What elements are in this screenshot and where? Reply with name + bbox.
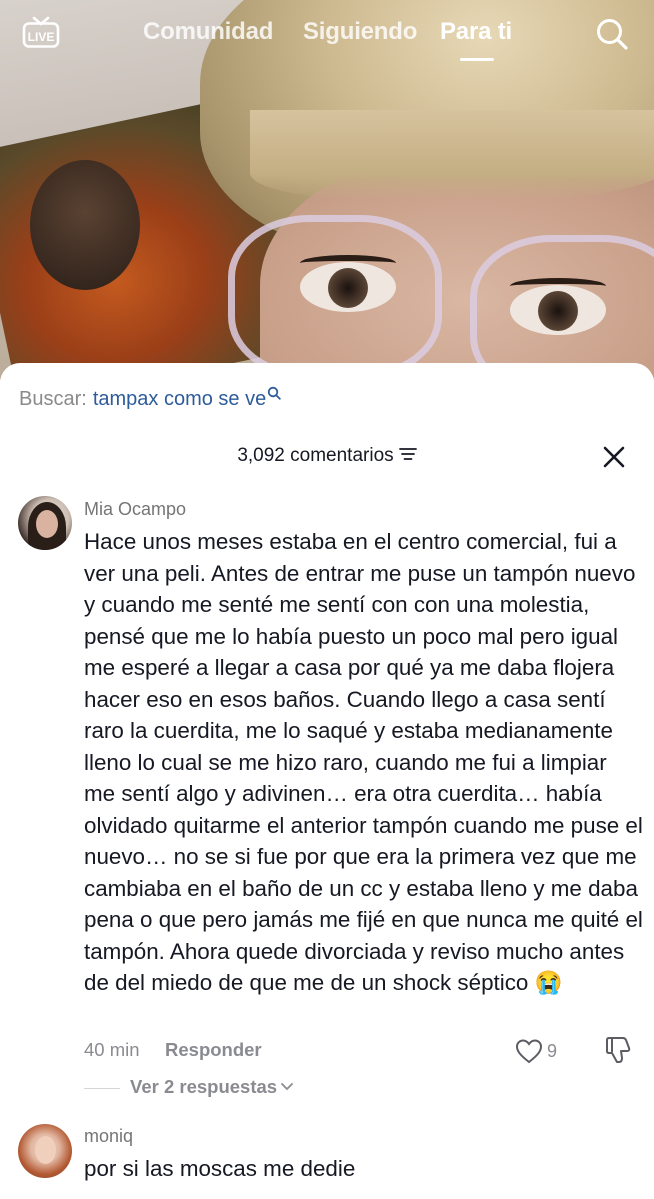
heart-icon[interactable]: [515, 1038, 543, 1064]
close-icon[interactable]: [601, 444, 627, 470]
search-icon[interactable]: [595, 17, 629, 51]
search-suggestion[interactable]: Buscar: tampax como se ve: [19, 386, 281, 411]
comment-username[interactable]: Mia Ocampo: [84, 499, 186, 520]
comment-count-header: 3,092 comentarios: [0, 445, 654, 467]
video-glasses-right-lens: [470, 235, 654, 380]
avatar[interactable]: [18, 1124, 72, 1178]
reply-button[interactable]: Responder: [165, 1039, 262, 1061]
comment-text: Hace unos meses estaba en el centro come…: [84, 529, 643, 995]
like-count: 9: [547, 1041, 558, 1061]
view-replies-label: Ver 2 respuestas: [130, 1076, 278, 1097]
tab-comunidad[interactable]: Comunidad: [143, 18, 273, 46]
tab-para-ti[interactable]: Para ti: [440, 18, 512, 46]
live-icon[interactable]: LIVE: [22, 15, 60, 49]
top-navigation: LIVE Comunidad Siguiendo Para ti: [0, 0, 654, 80]
chevron-down-icon: [281, 1083, 293, 1091]
dislike-icon[interactable]: [604, 1035, 632, 1065]
avatar[interactable]: [18, 496, 72, 550]
search-query-link[interactable]: tampax como se ve: [93, 388, 266, 410]
comment-time: 40 min: [84, 1039, 140, 1060]
comment-username[interactable]: moniq: [84, 1126, 133, 1147]
video-fringe: [250, 110, 654, 200]
filter-icon[interactable]: [398, 447, 417, 461]
comment-text: por si las moscas me dedie: [84, 1156, 356, 1181]
video-dark-object: [30, 160, 140, 290]
video-glasses-left-lens: [228, 215, 442, 379]
avatar-face: [35, 1136, 56, 1164]
search-small-icon: [268, 386, 281, 400]
view-replies-button[interactable]: Ver 2 respuestas: [84, 1076, 294, 1098]
active-tab-indicator: [460, 58, 494, 61]
tab-siguiendo[interactable]: Siguiendo: [303, 18, 417, 46]
divider-line: [84, 1087, 120, 1089]
comment-count: 3,092 comentarios: [237, 445, 394, 466]
live-label: LIVE: [28, 30, 55, 44]
avatar-face: [36, 510, 58, 538]
search-prefix: Buscar:: [19, 388, 87, 410]
